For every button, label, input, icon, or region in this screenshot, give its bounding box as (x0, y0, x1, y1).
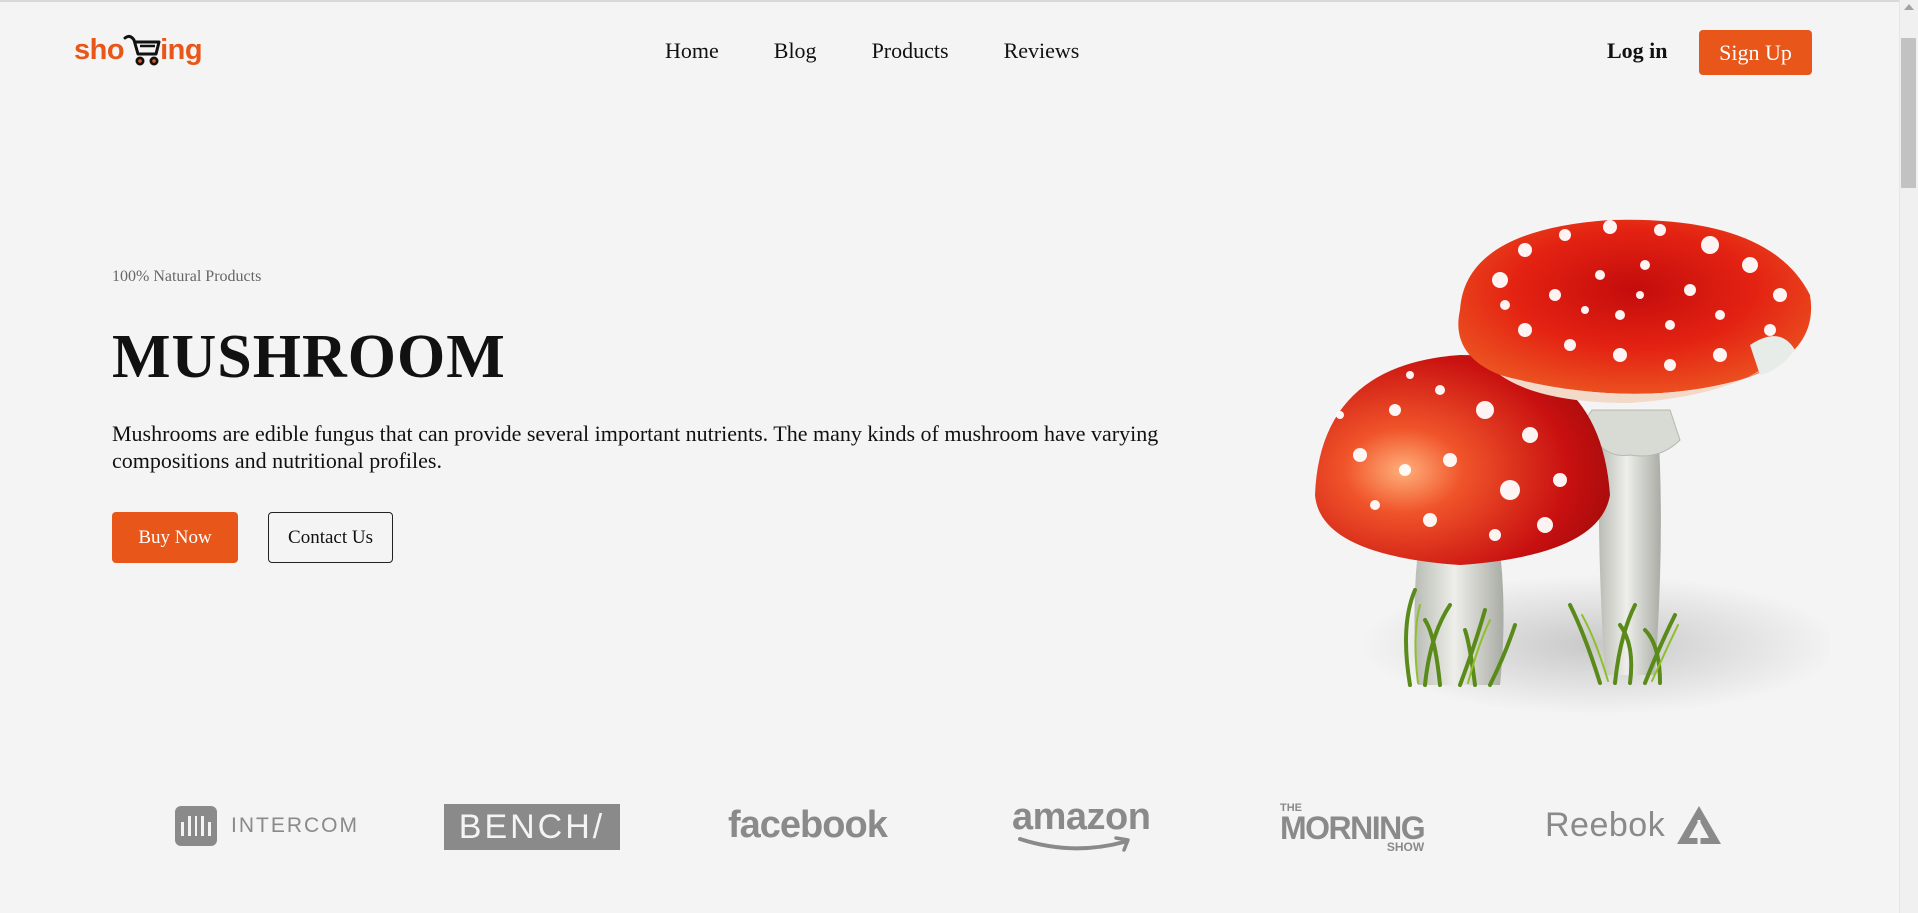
signup-button[interactable]: Sign Up (1699, 30, 1812, 75)
intercom-icon (175, 806, 217, 846)
nav-products[interactable]: Products (872, 38, 949, 64)
brand-intercom-name: INTERCOM (231, 814, 359, 837)
brand-bench: BENCH/ (444, 804, 620, 850)
brand-intercom: INTERCOM (175, 806, 359, 846)
nav-blog[interactable]: Blog (774, 38, 817, 64)
hero-description: Mushrooms are edible fungus that can pro… (112, 421, 1159, 473)
reebok-delta-icon (1677, 806, 1722, 844)
logo-text-right: ing (160, 33, 203, 66)
brand-amazon: amazon (1012, 796, 1151, 852)
login-link[interactable]: Log in (1607, 38, 1668, 64)
nav-home[interactable]: Home (665, 38, 719, 64)
hero-eyebrow: 100% Natural Products (112, 268, 262, 285)
nav-reviews[interactable]: Reviews (1004, 38, 1080, 64)
hero-title: MUSHROOM (112, 323, 506, 391)
contact-us-button[interactable]: Contact Us (268, 512, 393, 563)
logo[interactable]: sho ing (74, 30, 203, 70)
shopping-cart-icon (123, 34, 161, 66)
brand-morning-show-label: SHOW (1386, 840, 1425, 854)
window-top-border (0, 0, 1918, 2)
logo-text-left: sho (74, 33, 125, 66)
brand-amazon-name: amazon (1012, 796, 1151, 838)
scrollbar-thumb[interactable] (1901, 38, 1916, 188)
brand-morning-show: THE MORNING SHOW (1280, 803, 1426, 854)
amazon-smile-icon (1018, 836, 1130, 852)
mushroom-illustration (1315, 219, 1830, 715)
main-nav: Home Blog Products Reviews (665, 38, 1079, 64)
scroll-up-arrow-icon[interactable] (1904, 4, 1914, 10)
brand-reebok: Reebok (1545, 804, 1723, 846)
brand-facebook: facebook (728, 804, 888, 846)
buy-now-button[interactable]: Buy Now (112, 512, 238, 563)
brand-reebok-name: Reebok (1545, 805, 1666, 844)
